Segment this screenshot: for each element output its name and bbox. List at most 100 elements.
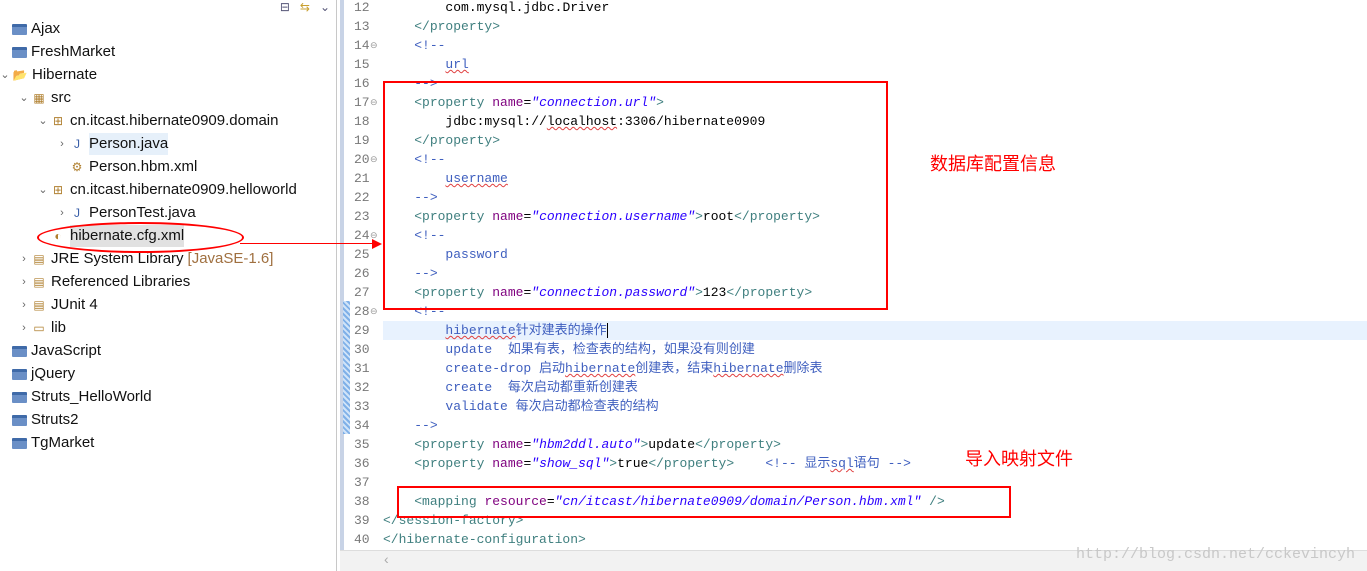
tree-item-label: Ajax <box>31 20 61 37</box>
mapping-box <box>397 486 1011 518</box>
line-number: 17 <box>354 95 370 110</box>
project-folder-icon <box>12 345 27 357</box>
tree-item[interactable]: ⌄ ⊞ cn.itcast.hibernate0909.domain <box>36 110 278 132</box>
db-config-box <box>383 81 888 310</box>
code-token: </property> <box>695 437 781 452</box>
tree-item-label: Struts2 <box>31 411 79 428</box>
tree-item-label: Struts_HelloWorld <box>31 388 152 405</box>
tree-item[interactable]: ⌄ ▦ src <box>17 87 71 109</box>
tree-item[interactable]: › ▤ Referenced Libraries <box>17 271 190 293</box>
expand-chevron-icon[interactable]: ⌄ <box>17 87 31 109</box>
tree-item[interactable]: FreshMarket <box>0 41 115 63</box>
line-number: 18 <box>354 114 370 129</box>
tree-item-label: Person.java <box>89 133 169 155</box>
code-line[interactable]: <!-- <box>383 36 1367 55</box>
line-number: 28 <box>354 304 370 319</box>
code-token: --> <box>414 418 438 433</box>
package-icon: ⊞ <box>52 114 64 128</box>
tree-item[interactable]: › J Person.java <box>55 133 169 155</box>
source-folder-icon: ▦ <box>33 91 45 105</box>
code-line[interactable]: create-drop 启动hibernate创建表，结束hibernate删除… <box>383 359 1367 378</box>
explorer-toolbar: ⊟ ⇆ ⌄ <box>280 0 330 14</box>
collapse-chevron-icon[interactable]: › <box>55 133 69 155</box>
code-token: 语句 --> <box>853 456 911 471</box>
highlight-ellipse <box>37 222 244 253</box>
tree-item-label: PersonTest.java <box>89 204 196 221</box>
line-number: 20 <box>354 152 370 167</box>
expand-chevron-icon[interactable]: ⌄ <box>36 110 50 132</box>
tree-item-label: JUnit 4 <box>51 296 98 313</box>
project-folder-icon <box>12 391 27 403</box>
expand-chevron-icon[interactable]: ⌄ <box>36 179 50 201</box>
code-token: 创建表，结束 <box>635 361 714 376</box>
code-line[interactable]: hibernate针对建表的操作 <box>383 321 1367 340</box>
tree-item[interactable]: › ▭ lib <box>17 317 66 339</box>
tree-item[interactable]: TgMarket <box>0 432 94 454</box>
link-with-editor-icon[interactable]: ⇆ <box>300 0 310 14</box>
code-line[interactable]: <property name="show_sql">true</property… <box>383 454 1367 473</box>
line-number: 12 <box>354 0 370 15</box>
tree-item-label: jQuery <box>31 365 76 382</box>
code-line[interactable]: url <box>383 55 1367 74</box>
line-number: 37 <box>354 475 370 490</box>
code-token: 删除表 <box>783 361 823 376</box>
tree-item[interactable]: › J PersonTest.java <box>55 202 196 224</box>
tree-item[interactable]: JavaScript <box>0 340 101 362</box>
code-line[interactable]: --> <box>383 416 1367 435</box>
tree-item-label: JavaScript <box>31 342 102 359</box>
line-number: 30 <box>354 342 370 357</box>
line-number: 21 <box>354 171 370 186</box>
tree-item-label: lib <box>51 319 67 336</box>
code-token: url <box>445 57 469 72</box>
code-line[interactable]: <property name="hbm2ddl.auto">update</pr… <box>383 435 1367 454</box>
collapse-chevron-icon[interactable]: › <box>55 202 69 224</box>
collapse-all-icon[interactable]: ⊟ <box>280 0 290 14</box>
code-token: <property <box>414 437 493 452</box>
fold-toggle-icon[interactable]: ⊖ <box>370 154 378 165</box>
tree-item-label: cn.itcast.hibernate0909.domain <box>70 112 279 129</box>
code-token: true <box>617 456 649 471</box>
tree-item-label: TgMarket <box>31 434 95 451</box>
code-line[interactable]: </property> <box>383 17 1367 36</box>
code-line[interactable]: com.mysql.jdbc.Driver <box>383 0 1367 17</box>
tree-item-label: Hibernate <box>32 66 98 83</box>
tree-item[interactable]: Struts2 <box>0 409 79 431</box>
fold-toggle-icon[interactable]: ⊖ <box>370 40 378 51</box>
collapse-chevron-icon[interactable]: › <box>17 317 31 339</box>
tree-item[interactable]: jQuery <box>0 363 75 385</box>
code-line[interactable]: create 每次启动都重新创建表 <box>383 378 1367 397</box>
view-menu-chevron-icon[interactable]: ⌄ <box>320 0 330 14</box>
code-token: create-drop 启动 <box>445 361 566 376</box>
tree-item[interactable]: Ajax <box>0 18 60 40</box>
code-token: name <box>492 456 524 471</box>
fold-toggle-icon[interactable]: ⊖ <box>370 97 378 108</box>
code-token: name <box>492 437 524 452</box>
tree-item[interactable]: ⌄ 📂 Hibernate <box>0 64 97 86</box>
hbm-xml-icon: ⚙ <box>71 160 83 174</box>
code-token: "hbm2ddl.auto" <box>531 437 641 452</box>
project-folder-icon <box>12 23 27 35</box>
line-number: 13 <box>354 19 370 34</box>
tree-item[interactable]: Struts_HelloWorld <box>0 386 152 408</box>
code-token: </hibernate-configuration> <box>383 532 586 547</box>
fold-toggle-icon[interactable]: ⊖ <box>370 306 378 317</box>
scroll-left-icon[interactable]: ‹ <box>384 551 389 567</box>
line-number: 36 <box>354 456 370 471</box>
code-token: <property <box>414 456 493 471</box>
code-line[interactable]: update 如果有表，检查表的结构，如果没有则创建 <box>383 340 1367 359</box>
collapse-chevron-icon[interactable]: › <box>17 271 31 293</box>
tree-item[interactable]: ⌄ ⊞ cn.itcast.hibernate0909.helloworld <box>36 179 296 201</box>
annotation-arrow <box>240 243 380 244</box>
code-token: sql <box>830 456 854 471</box>
arrow-head-icon <box>372 239 382 249</box>
editor-ruler <box>340 0 344 571</box>
tree-item[interactable]: ⚙ Person.hbm.xml <box>55 156 198 178</box>
collapse-chevron-icon[interactable]: › <box>17 294 31 316</box>
expand-chevron-icon[interactable]: ⌄ <box>0 64 12 86</box>
collapse-chevron-icon[interactable]: › <box>17 248 31 270</box>
tree-item[interactable]: › ▤ JUnit 4 <box>17 294 98 316</box>
code-line[interactable]: validate 每次启动都检查表的结构 <box>383 397 1367 416</box>
